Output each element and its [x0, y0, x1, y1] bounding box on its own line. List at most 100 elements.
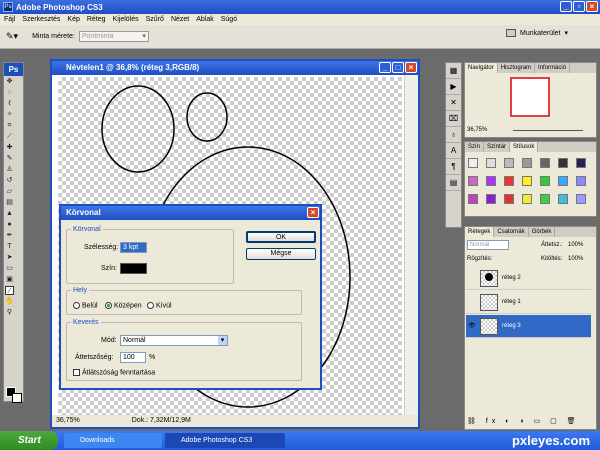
- close-button[interactable]: ×: [586, 1, 598, 12]
- tab-navigator[interactable]: Navigátor: [465, 63, 498, 73]
- style-swatch[interactable]: [468, 176, 478, 186]
- sample-size-select[interactable]: Pontminta: [78, 31, 149, 42]
- doc-close-button[interactable]: ×: [405, 62, 417, 73]
- zoom-slider[interactable]: [513, 130, 583, 131]
- tab-paths[interactable]: Görbék: [529, 227, 556, 237]
- hand-tool-icon[interactable]: ✋: [5, 297, 14, 306]
- doc-maximize-button[interactable]: □: [392, 62, 404, 73]
- lasso-tool-icon[interactable]: ℓ: [5, 99, 14, 108]
- menu-item-view[interactable]: Nézet: [171, 16, 189, 23]
- style-swatch[interactable]: [468, 158, 478, 168]
- style-swatch[interactable]: [522, 176, 532, 186]
- history-brush-icon[interactable]: ↺: [5, 176, 14, 185]
- radio-center[interactable]: Középen: [105, 302, 142, 309]
- style-swatch[interactable]: [558, 176, 568, 186]
- tab-layers[interactable]: Rétegek: [465, 227, 495, 237]
- dialog-close-button[interactable]: ×: [307, 207, 319, 218]
- style-swatch[interactable]: [504, 176, 514, 186]
- tab-color[interactable]: Szín: [465, 142, 485, 152]
- marquee-tool-icon[interactable]: ◌: [5, 88, 14, 97]
- task-photoshop[interactable]: Adobe Photoshop CS3: [165, 433, 285, 448]
- healing-tool-icon[interactable]: ✚: [5, 143, 14, 152]
- style-swatch[interactable]: [540, 194, 550, 204]
- clone-source-icon[interactable]: ♁: [446, 127, 461, 143]
- style-swatch[interactable]: [540, 176, 550, 186]
- menu-item-file[interactable]: Fájl: [4, 16, 15, 23]
- vertical-scrollbar[interactable]: [404, 75, 418, 417]
- menu-item-filter[interactable]: Szűrő: [146, 16, 164, 23]
- tools-icon[interactable]: ✕: [446, 95, 461, 111]
- layer-row[interactable]: 👁 réteg 3: [466, 315, 591, 338]
- magic-wand-icon[interactable]: ✧: [5, 110, 14, 119]
- blur-tool-icon[interactable]: ▲: [5, 209, 14, 218]
- layer-row[interactable]: réteg 1: [466, 291, 591, 314]
- opacity-input[interactable]: 100: [120, 352, 146, 363]
- width-input[interactable]: 3 kpt: [120, 242, 147, 253]
- eye-icon[interactable]: 👁: [468, 322, 476, 329]
- style-swatch[interactable]: [486, 158, 496, 168]
- blend-mode-select[interactable]: Normál: [467, 240, 509, 250]
- move-tool-icon[interactable]: ✥: [5, 77, 14, 86]
- menu-item-select[interactable]: Kijelölés: [113, 16, 139, 23]
- eyedropper-tool-icon[interactable]: ⁄: [5, 286, 14, 295]
- tab-histogram[interactable]: Hisztogram: [498, 63, 536, 73]
- brushes-icon[interactable]: ⌧: [446, 111, 461, 127]
- preserve-transparency-checkbox[interactable]: Átlátszóság fenntartása: [73, 369, 155, 376]
- menu-item-layer[interactable]: Réteg: [87, 16, 106, 23]
- color-swatch[interactable]: [120, 263, 147, 274]
- style-swatch[interactable]: [468, 194, 478, 204]
- character-icon[interactable]: A: [446, 143, 461, 159]
- style-swatch[interactable]: [558, 158, 568, 168]
- cancel-button[interactable]: Mégse: [246, 248, 316, 260]
- ok-button[interactable]: OK: [246, 231, 316, 243]
- navigator-preview[interactable]: [510, 77, 550, 117]
- layer-row[interactable]: réteg 2: [466, 267, 591, 290]
- menu-item-help[interactable]: Súgó: [221, 16, 237, 23]
- tab-swatches[interactable]: Színtár: [484, 142, 511, 152]
- style-swatch[interactable]: [504, 158, 514, 168]
- layer-comps-icon[interactable]: ▤: [446, 175, 461, 191]
- style-swatch[interactable]: [522, 194, 532, 204]
- actions-icon[interactable]: ▶: [446, 79, 461, 95]
- background-color-swatch[interactable]: [12, 393, 22, 403]
- brush-tool-icon[interactable]: ✎: [5, 154, 14, 163]
- style-swatch[interactable]: [522, 158, 532, 168]
- slice-tool-icon[interactable]: ⟋: [5, 132, 14, 141]
- eyedropper-icon[interactable]: ✎▾: [6, 31, 18, 42]
- menu-item-window[interactable]: Ablak: [196, 16, 214, 23]
- task-downloads[interactable]: Downloads: [64, 433, 162, 448]
- tab-channels[interactable]: Csatornák: [494, 227, 529, 237]
- style-swatch[interactable]: [558, 194, 568, 204]
- radio-outside[interactable]: Kívül: [147, 302, 172, 309]
- dodge-tool-icon[interactable]: ●: [5, 220, 14, 229]
- history-icon[interactable]: ▦: [446, 63, 461, 79]
- notes-tool-icon[interactable]: ▣: [5, 275, 14, 284]
- minimize-button[interactable]: _: [560, 1, 572, 12]
- style-swatch[interactable]: [576, 158, 586, 168]
- tab-styles[interactable]: Stílusok: [510, 142, 539, 152]
- zoom-tool-icon[interactable]: ⚲: [5, 308, 14, 317]
- path-select-icon[interactable]: ➤: [5, 253, 14, 262]
- layer-actions-bar[interactable]: ⛓ fx ◐ ◑ ▭ ▢ 🗑: [467, 417, 580, 425]
- pen-tool-icon[interactable]: ✒: [5, 231, 14, 240]
- paragraph-icon[interactable]: ¶: [446, 159, 461, 175]
- style-swatch[interactable]: [486, 194, 496, 204]
- doc-minimize-button[interactable]: _: [379, 62, 391, 73]
- menu-item-image[interactable]: Kép: [67, 16, 79, 23]
- zoom-level[interactable]: 36,75%: [56, 415, 80, 427]
- style-swatch[interactable]: [576, 194, 586, 204]
- radio-inside[interactable]: Belül: [73, 302, 98, 309]
- menu-item-edit[interactable]: Szerkesztés: [22, 16, 60, 23]
- stamp-tool-icon[interactable]: ♙: [5, 165, 14, 174]
- layer-opacity-value[interactable]: 100%: [568, 242, 583, 248]
- navigator-zoom[interactable]: 36,75%: [467, 127, 487, 133]
- tab-info[interactable]: Információ: [535, 63, 571, 73]
- eraser-tool-icon[interactable]: ▱: [5, 187, 14, 196]
- mode-select[interactable]: Normál ▾: [120, 335, 228, 346]
- fill-value[interactable]: 100%: [568, 256, 583, 262]
- workspace-button[interactable]: Munkaterület ▾: [506, 29, 568, 37]
- shape-tool-icon[interactable]: ▭: [5, 264, 14, 273]
- start-button[interactable]: Start: [0, 431, 58, 450]
- crop-tool-icon[interactable]: ⌗: [5, 121, 14, 130]
- style-swatch[interactable]: [504, 194, 514, 204]
